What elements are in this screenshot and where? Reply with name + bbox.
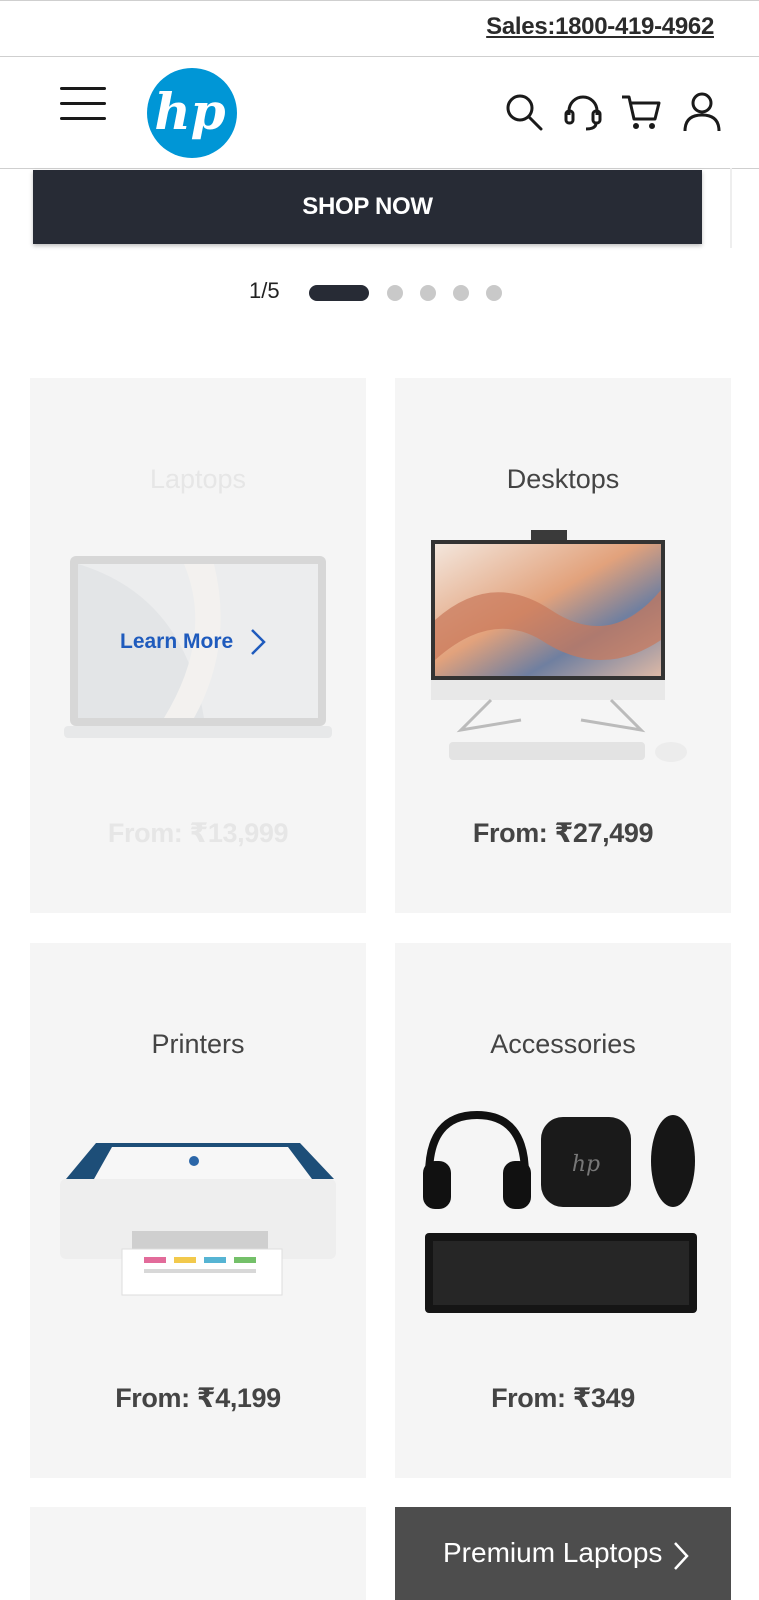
carousel-dot-1[interactable] xyxy=(309,285,369,301)
category-price: From: ₹349 xyxy=(491,1383,635,1413)
hero-slide: SHOP NOW xyxy=(28,168,732,248)
svg-text:hp: hp xyxy=(154,82,225,141)
category-card-desktops[interactable]: Desktops From: ₹27,499 xyxy=(395,378,731,913)
carousel-dot-3[interactable] xyxy=(420,285,436,301)
chevron-right-icon xyxy=(674,1542,689,1570)
category-title: Printers xyxy=(151,1029,245,1059)
premium-laptops-tile[interactable]: Premium Laptops xyxy=(395,1507,731,1600)
next-slide-peek xyxy=(730,168,732,248)
carousel-dot-2[interactable] xyxy=(387,285,403,301)
site-header: hp xyxy=(0,57,759,169)
category-card-accessories[interactable]: Accessories hp From: ₹349 xyxy=(395,943,731,1478)
cart-icon[interactable] xyxy=(620,91,662,133)
carousel-pagination xyxy=(309,285,519,301)
accessories-image: hp xyxy=(423,1110,697,1313)
account-icon[interactable] xyxy=(681,91,723,133)
search-icon[interactable] xyxy=(503,91,545,133)
menu-icon[interactable] xyxy=(60,87,106,121)
carousel-counter: 1/5 xyxy=(249,278,280,303)
sales-phone-link[interactable]: Sales:1800-419-4962 xyxy=(486,13,714,41)
chevron-right-icon xyxy=(251,629,266,655)
learn-more-label: Learn More xyxy=(120,630,234,653)
category-price: From: ₹27,499 xyxy=(472,818,654,848)
support-headset-icon[interactable] xyxy=(562,91,604,133)
category-title: Laptops xyxy=(149,464,247,494)
category-price: From: ₹13,999 xyxy=(107,818,289,848)
learn-more-link[interactable]: Learn More xyxy=(120,628,267,656)
premium-laptops-label: Premium Laptops xyxy=(443,1537,663,1568)
category-card-printers[interactable]: Printers From: ₹4,199 xyxy=(30,943,366,1478)
category-title: Accessories xyxy=(490,1029,636,1059)
top-bar: Sales:1800-419-4962 xyxy=(0,0,759,57)
category-card-laptops[interactable]: Laptops Learn More From: ₹13,999 xyxy=(30,378,366,913)
shop-now-button[interactable]: SHOP NOW xyxy=(33,170,702,244)
category-title: Desktops xyxy=(506,464,620,494)
carousel-dot-5[interactable] xyxy=(486,285,502,301)
carousel-dot-4[interactable] xyxy=(453,285,469,301)
svg-text:hp: hp xyxy=(572,1152,600,1177)
category-price: From: ₹4,199 xyxy=(115,1383,281,1413)
hp-logo[interactable]: hp xyxy=(146,67,238,159)
category-card-next[interactable] xyxy=(30,1507,366,1600)
printer-image xyxy=(60,1143,336,1296)
desktop-image xyxy=(431,530,687,762)
